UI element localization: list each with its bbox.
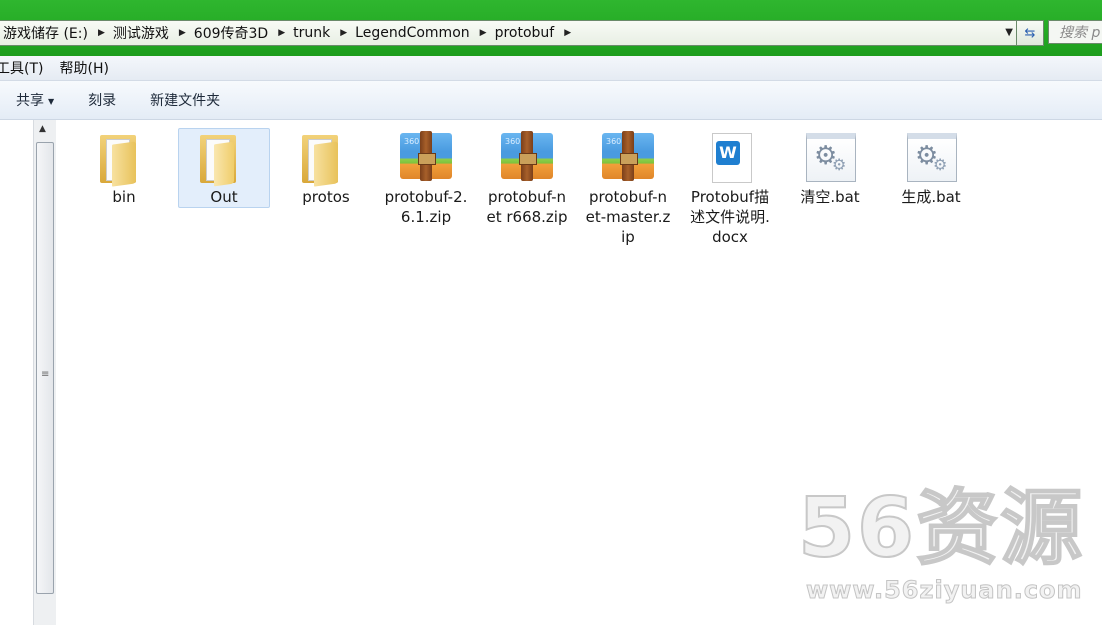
folder-icon (94, 131, 154, 187)
menu-bar: 工具(T) 帮助(H) (0, 56, 1102, 81)
zip-archive-icon: 360 (396, 131, 456, 187)
folder-open-icon (194, 131, 254, 187)
file-name: protobuf-net r668.zip (486, 188, 568, 226)
new-folder-button[interactable]: 新建文件夹 (142, 90, 228, 110)
breadcrumb-label[interactable]: 测试游戏 (109, 23, 175, 43)
breadcrumb-label[interactable]: 游戏储存 (E:) (0, 23, 94, 43)
file-item-bat[interactable]: ⚙ ⚙ 清空.bat (784, 128, 876, 208)
chevron-down-icon[interactable]: ▼ (1005, 27, 1013, 38)
zip-archive-icon: 360 (598, 131, 658, 187)
breadcrumb-item[interactable]: LegendCommon ▶ (351, 25, 490, 41)
breadcrumb-item[interactable]: 游戏储存 (E:) ▶ (0, 23, 109, 43)
file-item-bat[interactable]: ⚙ ⚙ 生成.bat (885, 128, 977, 208)
breadcrumb-item[interactable]: protobuf ▶ (491, 25, 576, 41)
chevron-right-icon[interactable]: ▶ (175, 28, 190, 38)
refresh-icon: ⇆ (1024, 25, 1036, 41)
file-name: protos (302, 188, 350, 206)
burn-button[interactable]: 刻录 (80, 90, 124, 110)
watermark-url: www.56ziyuan.com (806, 576, 1083, 605)
file-item-zip[interactable]: 360 protobuf-2.6.1.zip (380, 128, 472, 228)
breadcrumb-label[interactable]: LegendCommon (351, 25, 475, 41)
file-item-folder[interactable]: protos (280, 128, 372, 208)
chevron-right-icon[interactable]: ▶ (560, 28, 575, 38)
breadcrumb-item[interactable]: 609传奇3D ▶ (190, 23, 289, 43)
file-name: protobuf-2.6.1.zip (384, 188, 468, 226)
menu-tools[interactable]: 工具(T) (0, 58, 51, 78)
word-document-icon: W (700, 131, 760, 187)
scroll-up-arrow-icon[interactable]: ▲ (39, 124, 46, 134)
navigation-pane[interactable] (0, 120, 33, 625)
file-item-zip[interactable]: 360 protobuf-net r668.zip (481, 128, 573, 228)
command-toolbar: 共享 ▼ 刻录 新建文件夹 (0, 81, 1102, 120)
breadcrumb-label[interactable]: trunk (289, 25, 336, 41)
zip-archive-icon: 360 (497, 131, 557, 187)
chevron-right-icon[interactable]: ▶ (336, 28, 351, 38)
address-bar[interactable]: 游戏储存 (E:) ▶ 测试游戏 ▶ 609传奇3D ▶ trunk ▶ Leg… (0, 20, 1018, 46)
file-name: Protobuf描述文件说明.docx (690, 188, 770, 246)
share-button-label: 共享 (16, 93, 44, 109)
breadcrumb-item[interactable]: trunk ▶ (289, 25, 351, 41)
chevron-right-icon[interactable]: ▶ (476, 28, 491, 38)
chevron-down-icon: ▼ (48, 96, 55, 106)
watermark-logo: 56资源 (797, 481, 1085, 576)
file-name: protobuf-net-master.zip (585, 188, 671, 246)
chevron-right-icon[interactable]: ▶ (94, 28, 109, 38)
grip-icon: ≡ (41, 369, 50, 380)
batch-file-gear-icon: ⚙ ⚙ (901, 131, 961, 187)
file-item-folder[interactable]: Out (178, 128, 270, 208)
breadcrumb-item[interactable]: 测试游戏 ▶ (109, 23, 190, 43)
chevron-right-icon[interactable]: ▶ (274, 28, 289, 38)
folder-icon (296, 131, 356, 187)
file-item-folder[interactable]: bin (78, 128, 170, 208)
breadcrumb-label[interactable]: 609传奇3D (190, 23, 274, 43)
refresh-button[interactable]: ⇆ (1016, 20, 1044, 46)
file-name: Out (210, 188, 238, 206)
file-item-zip[interactable]: 360 protobuf-net-master.zip (582, 128, 674, 248)
file-name: 生成.bat (901, 188, 961, 206)
search-input[interactable]: 搜索 p (1048, 20, 1102, 44)
file-name: 清空.bat (800, 188, 860, 206)
share-button[interactable]: 共享 ▼ (8, 90, 62, 110)
scroll-thumb[interactable]: ≡ (36, 142, 54, 594)
batch-file-gear-icon: ⚙ ⚙ (800, 131, 860, 187)
menu-help[interactable]: 帮助(H) (59, 58, 116, 78)
file-name: bin (112, 188, 136, 206)
nav-scrollbar[interactable]: ▲ ≡ (33, 120, 57, 625)
breadcrumb-label[interactable]: protobuf (491, 25, 561, 41)
file-item-docx[interactable]: W Protobuf描述文件说明.docx (684, 128, 776, 248)
